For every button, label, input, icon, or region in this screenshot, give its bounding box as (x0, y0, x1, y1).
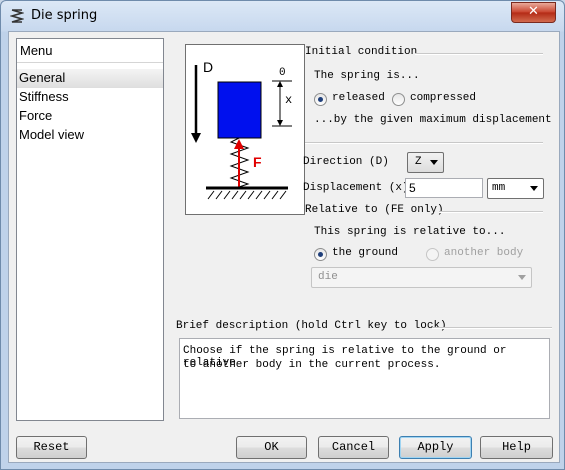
another-body-label[interactable]: another body (444, 247, 523, 259)
ok-button[interactable]: OK (236, 436, 307, 459)
window-title: Die spring (31, 8, 98, 23)
menu-panel: Menu General Stiffness Force Model view (16, 38, 164, 421)
displacement-label: Displacement (x) (303, 182, 409, 194)
apply-button[interactable]: Apply (399, 436, 472, 459)
initial-condition-label: Initial condition (305, 46, 418, 58)
ground-label[interactable]: the ground (332, 247, 398, 259)
diagram-label-x: x (285, 93, 293, 107)
brief-description-divider (432, 327, 552, 329)
dialog-client: Menu General Stiffness Force Model view (8, 31, 560, 463)
spring-icon (10, 9, 24, 23)
spring-is-text: The spring is... (314, 70, 420, 82)
diagram-label-d: D (203, 59, 214, 75)
menu-item-force[interactable]: Force (17, 107, 163, 126)
body-select[interactable]: die (311, 267, 532, 288)
menu-item-general[interactable]: General (17, 69, 163, 88)
relative-to-text: This spring is relative to... (314, 226, 506, 238)
brief-description-line-2: to another body in the current process. (183, 359, 441, 371)
close-icon: ✕ (528, 4, 539, 19)
chevron-down-icon (430, 160, 438, 165)
chevron-down-icon (530, 186, 538, 191)
brief-description-box: Choose if the spring is relative to the … (179, 338, 550, 419)
diagram-label-zero: 0 (279, 67, 286, 79)
menu-item-stiffness[interactable]: Stiffness (17, 88, 163, 107)
unit-select[interactable]: mm (487, 178, 544, 199)
ground-radio[interactable] (314, 248, 327, 261)
compressed-radio[interactable] (392, 93, 405, 106)
cancel-button[interactable]: Cancel (318, 436, 389, 459)
relative-to-divider (439, 211, 543, 213)
help-button[interactable]: Help (480, 436, 553, 459)
dialog-window: Die spring ✕ Menu General Stiffness Forc… (0, 0, 565, 470)
direction-label: Direction (D) (303, 156, 389, 168)
released-label[interactable]: released (332, 92, 385, 104)
another-body-radio[interactable] (426, 248, 439, 261)
max-displacement-text: ...by the given maximum displacement (314, 114, 552, 126)
title-bar[interactable]: Die spring ✕ (1, 1, 564, 31)
close-button[interactable]: ✕ (511, 2, 556, 23)
menu-item-model-view[interactable]: Model view (17, 126, 163, 145)
reset-button[interactable]: Reset (16, 436, 87, 459)
released-radio[interactable] (314, 93, 327, 106)
initial-condition-divider (415, 53, 543, 55)
compressed-label[interactable]: compressed (410, 92, 476, 104)
brief-description-label: Brief description (hold Ctrl key to lock… (176, 320, 447, 332)
displacement-input[interactable]: 5 (405, 178, 483, 198)
condition-divider (305, 142, 543, 144)
diagram-label-f: F (253, 154, 262, 170)
menu-header: Menu (17, 39, 163, 63)
chevron-down-icon (518, 275, 526, 280)
direction-select[interactable]: Z (407, 152, 444, 173)
relative-to-label: Relative to (FE only) (305, 204, 444, 216)
spring-diagram: D 0 x F (185, 44, 305, 215)
